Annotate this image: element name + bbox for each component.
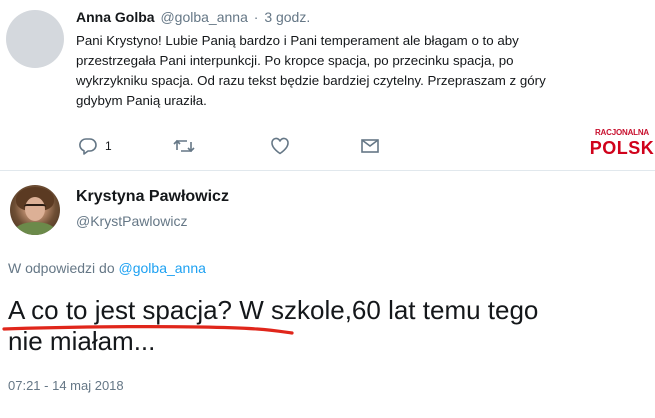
reply-tweet[interactable]: Anna Golba @golba_anna · 3 godz. Pani Kr… [0, 0, 655, 170]
reply-header: Anna Golba @golba_anna · 3 godz. [76, 9, 310, 25]
reply-author-name[interactable]: Anna Golba [76, 9, 155, 25]
screenshot-frame: Anna Golba @golba_anna · 3 godz. Pani Kr… [0, 0, 655, 418]
watermark-logo: RACJONALNA POLSK [586, 128, 655, 158]
watermark-line2: POLSK [589, 138, 655, 158]
avatar-glasses [24, 204, 46, 211]
retweet-action[interactable] [173, 136, 202, 156]
like-action[interactable] [270, 136, 297, 156]
message-icon [361, 139, 379, 153]
retweet-icon [173, 139, 195, 153]
avatar-shirt [14, 222, 56, 235]
reply-time-separator: · [253, 9, 259, 25]
reply-author-handle[interactable]: @golba_anna [160, 9, 247, 25]
message-action[interactable] [360, 136, 380, 156]
watermark-line1: RACJONALNA [594, 128, 649, 137]
reply-time-ago[interactable]: 3 godz. [264, 9, 310, 25]
reply-avatar[interactable] [6, 10, 64, 68]
main-avatar[interactable] [10, 185, 60, 235]
reply-to-handle-link[interactable]: @golba_anna [119, 260, 206, 276]
tweet-timestamp[interactable]: 07:21 - 14 maj 2018 [8, 378, 124, 393]
reply-text: Pani Krystyno! Lubie Panią bardzo i Pani… [76, 33, 546, 108]
main-author-handle[interactable]: @KrystPawlowicz [76, 213, 187, 229]
reply-count: 1 [105, 139, 112, 153]
annotation-underline [2, 325, 294, 335]
reply-to-prefix: W odpowiedzi do [8, 260, 115, 276]
reply-to-line: W odpowiedzi do @golba_anna [8, 260, 206, 276]
like-icon [271, 137, 289, 155]
tweet-divider [0, 170, 655, 171]
reply-icon [79, 138, 97, 155]
reply-action[interactable]: 1 [78, 136, 112, 156]
main-author-name[interactable]: Krystyna Pawłowicz [76, 188, 229, 206]
